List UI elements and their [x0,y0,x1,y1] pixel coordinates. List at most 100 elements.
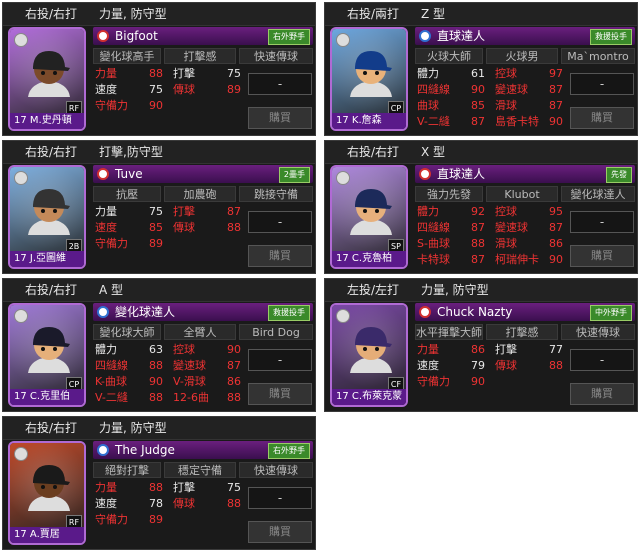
player-portrait[interactable]: 2B 17 J.亞圖維 [8,165,86,269]
stat-table: 體力 92 控球 95 四縫線 87 變速球 87 S-曲球 88 滑球 86 卡特球 87 柯瑞伸卡 90 [417,205,567,271]
skill-bar: Chuck Nazty 中外野手 [415,303,635,321]
stat-label: 速度 [95,83,117,96]
lineup-select-dropdown[interactable]: - [570,73,634,95]
player-portrait[interactable]: SP 17 C.克魯柏 [330,165,408,269]
stat-label: V-二縫 [95,391,128,404]
lineup-select-dropdown[interactable]: - [248,487,312,509]
buy-button[interactable]: 購買 [570,245,634,267]
buy-button[interactable]: 購買 [248,383,312,405]
buy-button[interactable]: 購買 [248,245,312,267]
handedness-label: 右投/兩打 [346,7,400,21]
stat-label: 控球 [495,67,517,80]
player-avatar-icon [350,189,392,235]
player-avatar-icon [28,465,70,511]
player-type-label: 打擊,防守型 [99,145,163,159]
lineup-select-dropdown[interactable]: - [570,211,634,233]
skill-name: Chuck Nazty [437,305,513,319]
buy-button[interactable]: 購買 [248,521,312,543]
player-card[interactable]: 右投/右打 力量, 防守型 RF 17 M.史丹頓 Bigfoot 右外野手 變化球高手 打擊… [2,2,316,136]
player-number-name: 17 C.布萊克蒙 [332,389,406,405]
stat-label: 力量 [95,481,117,494]
trait-item: Bird Dog [239,324,313,340]
stat-value: 75 [149,83,163,96]
stat-row: 力量 86 打擊 77 [417,343,567,357]
player-card[interactable]: 右投/兩打 Z 型 CP 17 K.詹森 直球達人 救援投手 火球大師 火球男 Ma`montr… [324,2,638,136]
lineup-select-dropdown[interactable]: - [570,349,634,371]
stat-value: 86 [227,375,241,388]
trait-list: 變化球高手 打擊感 快速傳球 [93,48,313,64]
stat-label: S-曲球 [417,237,450,250]
player-type-label: 力量, 防守型 [99,421,167,435]
skill-bar: 變化球達人 救援投手 [93,303,313,321]
player-card[interactable]: 右投/右打 打擊,防守型 2B 17 J.亞圖維 Tuve 2壘手 抗壓 加農砲 跳接守備 力量 7… [2,140,316,274]
player-number-name: 17 A.賈居 [10,527,84,543]
role-badge: 救援投手 [590,29,632,45]
trait-item: 火球大師 [415,48,483,64]
trait-item: 變化球達人 [561,186,635,202]
player-portrait[interactable]: RF 17 A.賈居 [8,441,86,545]
trait-item: 快速傳球 [561,324,635,340]
stat-label: 控球 [495,205,517,218]
stat-value: 75 [227,481,241,494]
player-card[interactable]: 右投/右打 X 型 SP 17 C.克魯柏 直球達人 先發 強力先發 Klubot 變化球達人體… [324,140,638,274]
stat-row: 守備力 89 [95,513,245,527]
role-badge: 2壘手 [278,167,310,183]
stat-row: 體力 63 控球 90 [95,343,245,357]
stat-value: 90 [471,83,485,96]
red-circle-skill-icon [97,168,109,180]
role-badge: 中外野手 [590,305,632,321]
card-header: 左投/左打 力量, 防守型 [325,279,637,302]
skill-bar: The Judge 右外野手 [93,441,313,459]
trait-item: 水平揮擊大師 [415,324,483,340]
stat-value: 75 [149,205,163,218]
stat-row: 速度 79 傳球 88 [417,359,567,373]
skill-name: The Judge [115,443,175,457]
handedness-label: 右投/右打 [24,7,78,21]
stat-value: 87 [227,205,241,218]
player-portrait[interactable]: RF 17 M.史丹頓 [8,27,86,131]
stat-value: 97 [549,67,563,80]
trait-list: 絕對打擊 穩定守備 快速傳球 [93,462,313,478]
stat-value: 89 [227,83,241,96]
player-avatar-icon [28,327,70,373]
stat-label: 打擊 [173,481,195,494]
stat-row: 體力 92 控球 95 [417,205,567,219]
stat-value: 87 [471,115,485,128]
player-portrait[interactable]: CP 17 C.克里伯 [8,303,86,407]
skill-bar: 直球達人 救援投手 [415,27,635,45]
stat-label: 卡特球 [417,253,450,266]
player-card[interactable]: 左投/左打 力量, 防守型 CF 17 C.布萊克蒙 Chuck Nazty 中外野手水平… [324,278,638,412]
trait-item: 變化球高手 [93,48,161,64]
trait-item: Klubot [486,186,558,202]
trait-item: 快速傳球 [239,462,313,478]
stat-value: 85 [471,99,485,112]
player-card[interactable]: 右投/右打 A 型 CP 17 C.克里伯 變化球達人 救援投手 變化球大師 全臂人 Bird … [2,278,316,412]
trait-item: 打擊感 [486,324,558,340]
stat-value: 95 [549,205,563,218]
red-circle-skill-icon [419,168,431,180]
stat-value: 87 [549,83,563,96]
player-card[interactable]: 右投/右打 力量, 防守型 RF 17 A.賈居 The Judge 右外野手 絕對打擊 穩定… [2,416,316,550]
player-type-label: X 型 [421,145,446,159]
skill-name: 直球達人 [437,167,486,181]
stat-label: 打擊 [173,205,195,218]
stat-label: K-曲球 [95,375,128,388]
buy-button[interactable]: 購買 [570,107,634,129]
player-portrait[interactable]: CF 17 C.布萊克蒙 [330,303,408,407]
player-portrait[interactable]: CP 17 K.詹森 [330,27,408,131]
red-circle-skill-icon [419,306,431,318]
stat-value: 61 [471,67,485,80]
stat-label: 傳球 [495,359,517,372]
buy-button[interactable]: 購買 [248,107,312,129]
stat-table: 力量 88 打擊 75 速度 75 傳球 89 守備力 90 [95,67,245,133]
stat-value: 88 [227,221,241,234]
stat-label: 傳球 [173,83,195,96]
stat-value: 90 [471,375,485,388]
stat-value: 89 [149,513,163,526]
stat-label: 守備力 [95,237,128,250]
lineup-select-dropdown[interactable]: - [248,211,312,233]
lineup-select-dropdown[interactable]: - [248,73,312,95]
lineup-select-dropdown[interactable]: - [248,349,312,371]
role-badge: 先發 [606,167,632,183]
buy-button[interactable]: 購買 [570,383,634,405]
